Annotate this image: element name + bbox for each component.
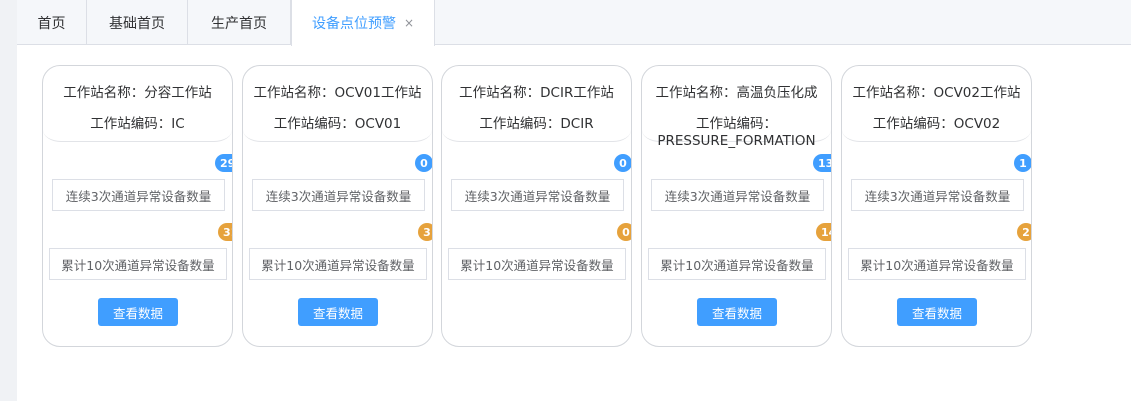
view-data-button[interactable]: 查看数据 (98, 298, 178, 326)
station-code: 工作站编码：PRESSURE_FORMATION (657, 116, 816, 149)
tab-home[interactable]: 首页 (17, 0, 87, 45)
tab-label: 生产首页 (211, 15, 267, 32)
card-header: 工作站名称：DCIR工作站 工作站编码：DCIR (442, 66, 631, 142)
cumulative-count-badge: 140 (816, 223, 831, 241)
card-header: 工作站名称：OCV01工作站 工作站编码：OCV01 (243, 66, 432, 142)
station-card: 工作站名称：OCV02工作站 工作站编码：OCV02 1 连续3次通道异常设备数… (841, 65, 1032, 347)
cumulative-count-badge: 31 (218, 223, 232, 241)
station-card: 工作站名称：高温负压化成 工作站编码：PRESSURE_FORMATION 13… (641, 65, 832, 347)
tab-label: 设备点位预警 (311, 16, 396, 32)
station-name: 工作站名称：OCV01工作站 (253, 85, 422, 101)
tab-label: 基础首页 (109, 15, 165, 32)
consecutive-count-badge: 1 (1014, 154, 1031, 172)
station-name: 工作站名称：高温负压化成 (655, 85, 818, 101)
cumulative-abnormal-metric: 累计10次通道异常设备数量 (448, 248, 626, 280)
cumulative-count-badge: 2 (1017, 223, 1031, 241)
station-code: 工作站编码：OCV02 (872, 116, 1001, 132)
view-data-button[interactable]: 查看数据 (897, 298, 977, 326)
tab-label: 首页 (37, 15, 66, 32)
consecutive-abnormal-metric: 连续3次通道异常设备数量 (52, 179, 225, 211)
view-data-button[interactable]: 查看数据 (298, 298, 378, 326)
tab-basic-home[interactable]: 基础首页 (87, 0, 188, 45)
cumulative-count-badge: 3 (418, 223, 432, 241)
cumulative-count-badge: 0 (617, 223, 631, 241)
card-header: 工作站名称：高温负压化成 工作站编码：PRESSURE_FORMATION (642, 66, 831, 149)
station-card: 工作站名称：DCIR工作站 工作站编码：DCIR 0 连续3次通道异常设备数量 … (441, 65, 632, 347)
station-code: 工作站编码：DCIR (479, 116, 594, 132)
station-code: 工作站编码：OCV01 (273, 116, 402, 132)
consecutive-abnormal-metric: 连续3次通道异常设备数量 (651, 179, 824, 211)
card-header: 工作站名称：OCV02工作站 工作站编码：OCV02 (842, 66, 1031, 142)
consecutive-count-badge: 137 (813, 154, 831, 172)
view-data-button[interactable]: 查看数据 (697, 298, 777, 326)
tab-equipment-point-warning[interactable]: 设备点位预警 × (291, 0, 435, 46)
consecutive-count-badge: 29 (215, 154, 232, 172)
station-card: 工作站名称：分容工作站 工作站编码：IC 29 连续3次通道异常设备数量 31 … (42, 65, 233, 347)
consecutive-abnormal-metric: 连续3次通道异常设备数量 (252, 179, 425, 211)
cumulative-abnormal-metric: 累计10次通道异常设备数量 (49, 248, 227, 280)
tab-production-home[interactable]: 生产首页 (188, 0, 291, 45)
cumulative-abnormal-metric: 累计10次通道异常设备数量 (648, 248, 826, 280)
card-header: 工作站名称：分容工作站 工作站编码：IC (43, 66, 232, 142)
consecutive-abnormal-metric: 连续3次通道异常设备数量 (851, 179, 1024, 211)
station-name: 工作站名称：OCV02工作站 (852, 85, 1021, 101)
cumulative-abnormal-metric: 累计10次通道异常设备数量 (249, 248, 427, 280)
station-card: 工作站名称：OCV01工作站 工作站编码：OCV01 0 连续3次通道异常设备数… (242, 65, 433, 347)
station-name: 工作站名称：DCIR工作站 (459, 85, 614, 101)
consecutive-count-badge: 0 (614, 154, 631, 172)
consecutive-abnormal-metric: 连续3次通道异常设备数量 (451, 179, 624, 211)
consecutive-count-badge: 0 (415, 154, 432, 172)
cumulative-abnormal-metric: 累计10次通道异常设备数量 (848, 248, 1026, 280)
tab-bar: 首页 基础首页 生产首页 设备点位预警 × (17, 0, 1131, 46)
station-code: 工作站编码：IC (90, 116, 185, 132)
close-icon[interactable]: × (404, 17, 414, 29)
station-name: 工作站名称：分容工作站 (63, 85, 212, 101)
